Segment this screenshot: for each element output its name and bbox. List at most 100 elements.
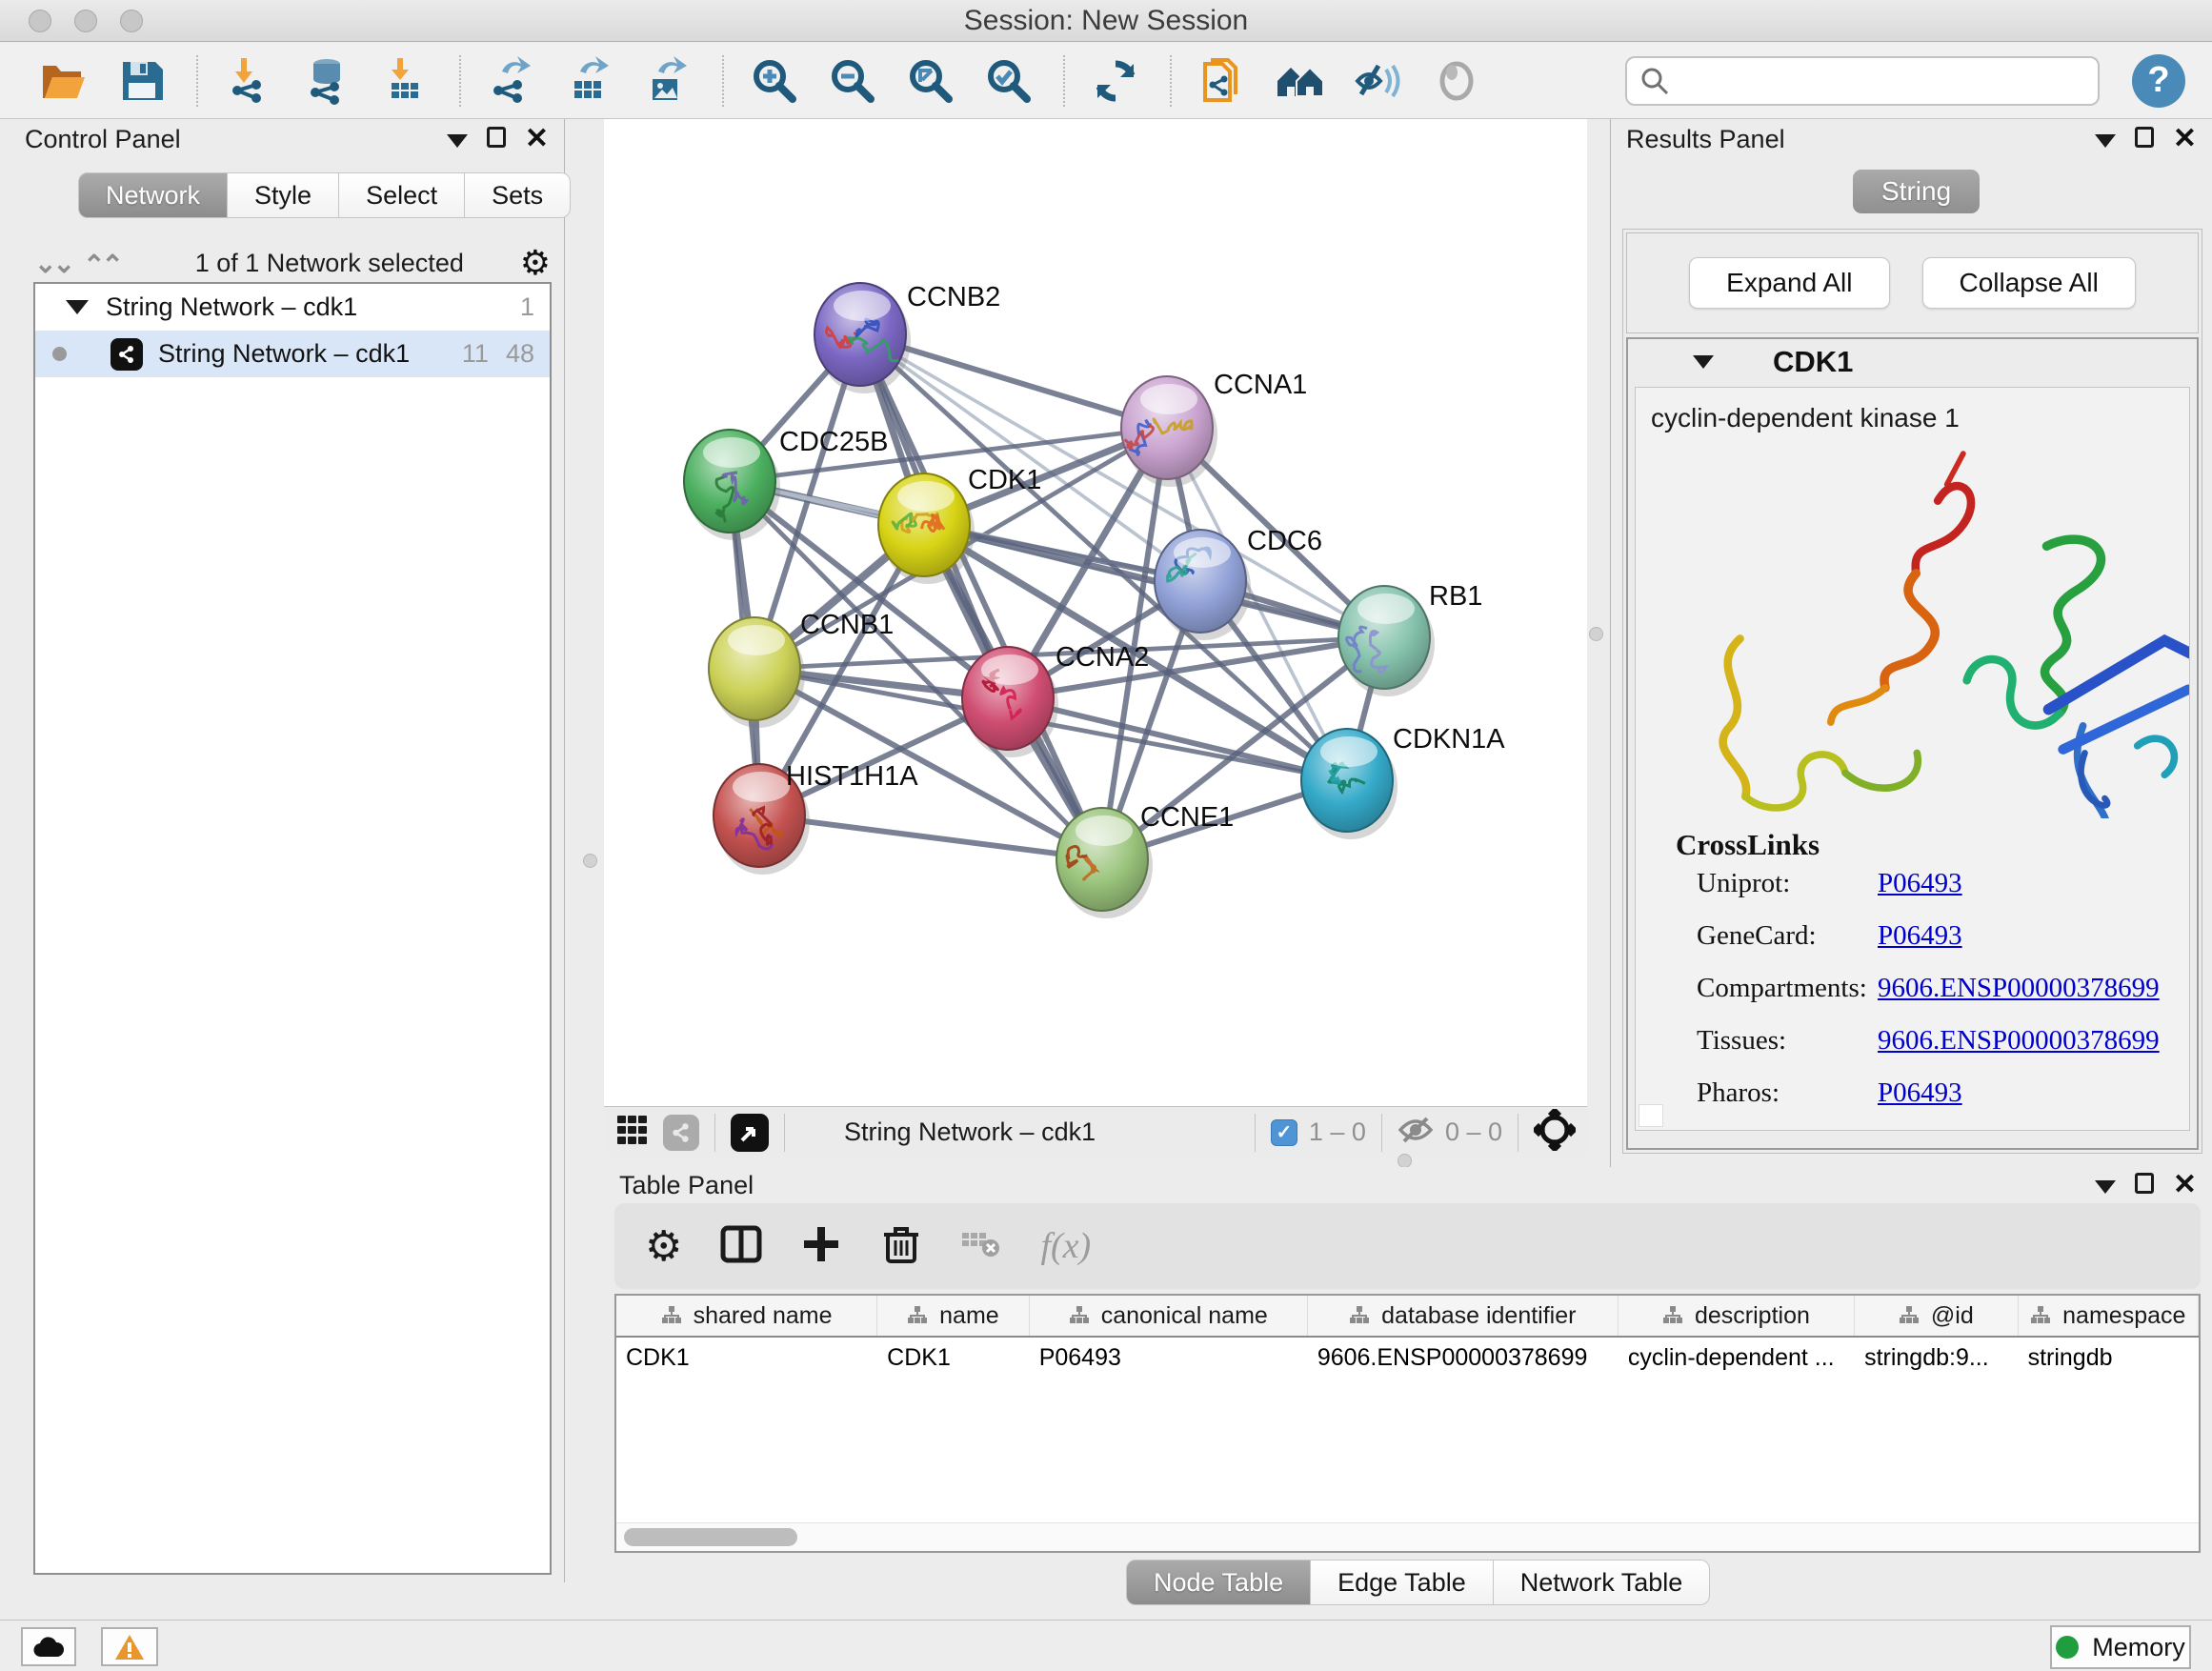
- refresh-view-icon[interactable]: [1088, 53, 1143, 109]
- title-bar: Session: New Session: [0, 0, 2212, 42]
- zoom-fit-icon[interactable]: [903, 53, 958, 109]
- tab-style[interactable]: Style: [228, 172, 339, 218]
- panel-close-icon[interactable]: ✕: [2173, 127, 2197, 151]
- table-cell[interactable]: CDK1: [877, 1338, 1030, 1378]
- memory-label: Memory: [2092, 1633, 2185, 1662]
- network-node-cdk1[interactable]: [878, 473, 975, 584]
- export-network-icon[interactable]: [484, 53, 539, 109]
- delete-column-icon[interactable]: [880, 1223, 922, 1270]
- column-header[interactable]: canonical name: [1030, 1296, 1308, 1336]
- warnings-button[interactable]: [101, 1627, 158, 1666]
- expand-all-networks-icon[interactable]: ⌄⌄: [34, 248, 71, 279]
- crosslink-link[interactable]: 9606.ENSP00000378699: [1878, 973, 2160, 1004]
- detach-view-icon[interactable]: [731, 1114, 769, 1152]
- table-cell[interactable]: cyclin-dependent ...: [1619, 1338, 1855, 1378]
- selected-items-checkbox-icon[interactable]: ✓: [1271, 1119, 1297, 1146]
- table-cell[interactable]: P06493: [1030, 1338, 1308, 1378]
- home-icon[interactable]: [1273, 53, 1328, 109]
- column-header[interactable]: shared name: [616, 1296, 877, 1336]
- network-node-cdc6[interactable]: [1155, 530, 1251, 640]
- column-header[interactable]: @id: [1855, 1296, 2018, 1336]
- crosslink-link[interactable]: P06493: [1878, 920, 1962, 952]
- right-splitter-handle[interactable]: [1589, 627, 1603, 641]
- network-node-ccna2[interactable]: [962, 647, 1058, 757]
- zoom-in-icon[interactable]: [747, 53, 802, 109]
- table-cell[interactable]: stringdb: [2019, 1338, 2199, 1378]
- network-node-cdkn1a[interactable]: [1301, 729, 1398, 839]
- panel-float-icon[interactable]: [487, 127, 506, 151]
- column-header[interactable]: database identifier: [1308, 1296, 1619, 1336]
- show-columns-icon[interactable]: [720, 1223, 762, 1270]
- panel-float-icon[interactable]: [2135, 127, 2154, 151]
- show-graphics-details-icon[interactable]: [1429, 53, 1484, 109]
- crosslink-link[interactable]: P06493: [1878, 868, 1962, 899]
- grid-view-icon[interactable]: [615, 1113, 650, 1152]
- protein-collapse-icon[interactable]: [1693, 355, 1714, 369]
- bottom-splitter-handle[interactable]: [1398, 1154, 1412, 1168]
- export-table-icon[interactable]: [562, 53, 617, 109]
- collapse-all-networks-icon[interactable]: ⌄⌄: [87, 248, 124, 279]
- table-horizontal-scrollbar[interactable]: [616, 1522, 2199, 1551]
- collapse-all-button[interactable]: Collapse All: [1922, 257, 2136, 309]
- birdseye-navigator-icon[interactable]: [1534, 1109, 1576, 1156]
- tab-network[interactable]: Network: [78, 172, 228, 218]
- search-input[interactable]: [1671, 66, 2086, 95]
- network-edge[interactable]: [759, 815, 1102, 859]
- network-collection-row[interactable]: String Network – cdk1 1: [35, 284, 550, 331]
- column-header[interactable]: name: [877, 1296, 1030, 1336]
- panel-close-icon[interactable]: ✕: [2173, 1173, 2197, 1198]
- crosslink-link[interactable]: P06493: [1878, 1077, 1962, 1109]
- share-view-icon[interactable]: [663, 1115, 699, 1151]
- network-node-ccne1[interactable]: [1056, 808, 1153, 918]
- panel-menu-icon[interactable]: [2095, 127, 2116, 151]
- cloud-button[interactable]: [21, 1627, 76, 1666]
- panel-menu-icon[interactable]: [447, 127, 468, 151]
- collection-expand-icon[interactable]: [66, 300, 89, 314]
- panel-float-icon[interactable]: [2135, 1173, 2154, 1198]
- panel-menu-icon[interactable]: [2095, 1173, 2116, 1198]
- table-cell[interactable]: stringdb:9...: [1855, 1338, 2019, 1378]
- open-session-icon[interactable]: [36, 53, 91, 109]
- export-image-icon[interactable]: [640, 53, 695, 109]
- tab-string[interactable]: String: [1853, 170, 1980, 213]
- network-node-ccna1[interactable]: [1121, 376, 1217, 487]
- network-node-rb1[interactable]: [1338, 586, 1435, 696]
- network-options-gear-icon[interactable]: ⚙: [520, 243, 551, 283]
- add-column-icon[interactable]: [800, 1223, 842, 1270]
- function-builder-icon[interactable]: f(x): [1040, 1225, 1091, 1267]
- zoom-selected-icon[interactable]: [981, 53, 1036, 109]
- tab-select[interactable]: Select: [339, 172, 465, 218]
- column-header[interactable]: namespace: [2019, 1296, 2199, 1336]
- table-options-gear-icon[interactable]: ⚙: [645, 1222, 682, 1271]
- save-session-icon[interactable]: [114, 53, 170, 109]
- network-canvas-svg[interactable]: CCNB2CCNA1CDC25BCDK1CDC6RB1CCNB1CCNA2CDK…: [604, 119, 1587, 1105]
- tab-network-table[interactable]: Network Table: [1494, 1560, 1711, 1605]
- import-table-from-file-icon[interactable]: [377, 53, 432, 109]
- network-edge-count: 48: [506, 339, 534, 369]
- table-cell[interactable]: CDK1: [616, 1338, 877, 1378]
- scrollbar-thumb[interactable]: [624, 1528, 797, 1546]
- crosslink-link[interactable]: 9606.ENSP00000378699: [1878, 1025, 2160, 1057]
- open-cybrowser-document-icon[interactable]: [1195, 53, 1250, 109]
- expand-all-button[interactable]: Expand All: [1689, 257, 1889, 309]
- panel-close-icon[interactable]: ✕: [525, 127, 549, 151]
- import-network-from-database-icon[interactable]: [299, 53, 354, 109]
- tab-node-table[interactable]: Node Table: [1126, 1560, 1311, 1605]
- memory-button[interactable]: Memory: [2050, 1625, 2191, 1669]
- hide-graphics-details-icon[interactable]: [1351, 53, 1406, 109]
- left-splitter-handle[interactable]: [583, 854, 597, 868]
- tab-sets[interactable]: Sets: [465, 172, 571, 218]
- import-network-from-file-icon[interactable]: [221, 53, 276, 109]
- network-node-cdc25b[interactable]: [684, 430, 780, 540]
- column-header[interactable]: description: [1619, 1296, 1855, 1336]
- tab-edge-table[interactable]: Edge Table: [1311, 1560, 1494, 1605]
- table-row[interactable]: CDK1CDK1P064939606.ENSP00000378699cyclin…: [616, 1338, 2199, 1378]
- delete-table-icon[interactable]: [960, 1223, 1002, 1270]
- zoom-out-icon[interactable]: [825, 53, 880, 109]
- network-row[interactable]: String Network – cdk1 11 48: [35, 331, 550, 377]
- table-cell[interactable]: 9606.ENSP00000378699: [1308, 1338, 1619, 1378]
- protein-panel-scrollbar[interactable]: [1639, 1104, 1663, 1127]
- search-box[interactable]: [1625, 56, 2100, 106]
- help-icon[interactable]: ?: [2132, 54, 2185, 108]
- network-node-ccnb2[interactable]: [814, 283, 911, 393]
